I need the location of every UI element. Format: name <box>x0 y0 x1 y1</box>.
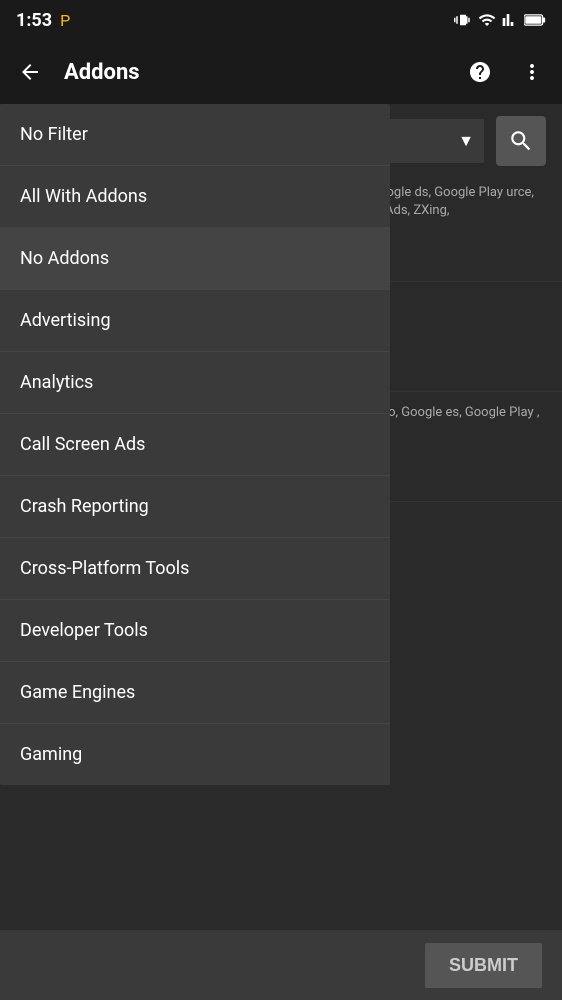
status-time: 1:53 <box>16 10 52 31</box>
status-icons <box>454 11 546 29</box>
status-bar: 1:53 P <box>0 0 562 40</box>
dropdown-item-analytics[interactable]: Analytics <box>0 352 390 414</box>
dropdown-item-call-screen-ads[interactable]: Call Screen Ads <box>0 414 390 476</box>
page-title: Addons <box>64 60 446 85</box>
dropdown-item-no-filter[interactable]: No Filter <box>0 104 390 166</box>
wifi-icon <box>478 11 496 29</box>
dropdown-item-all-with-addons[interactable]: All With Addons <box>0 166 390 228</box>
dropdown-item-crash-reporting[interactable]: Crash Reporting <box>0 476 390 538</box>
more-menu-button[interactable] <box>514 54 550 90</box>
signal-icon <box>502 11 518 29</box>
plex-icon: P <box>60 11 70 30</box>
vibrate-icon <box>454 11 472 29</box>
dropdown-item-gaming[interactable]: Gaming <box>0 724 390 785</box>
dropdown-item-developer-tools[interactable]: Developer Tools <box>0 600 390 662</box>
search-button[interactable] <box>496 116 546 166</box>
main-content: Filter: ▼ s, <box>0 104 562 1000</box>
bottom-bar: SUBMIT <box>0 930 562 1000</box>
dropdown-item-cross-platform-tools[interactable]: Cross-Platform Tools <box>0 538 390 600</box>
status-left: 1:53 P <box>16 10 70 31</box>
dropdown-item-no-addons[interactable]: No Addons <box>0 228 390 290</box>
battery-icon <box>524 13 546 27</box>
filter-dropdown-menu: No Filter All With Addons No Addons Adve… <box>0 104 390 785</box>
chevron-down-icon: ▼ <box>458 131 474 151</box>
dropdown-item-advertising[interactable]: Advertising <box>0 290 390 352</box>
help-button[interactable] <box>462 54 498 90</box>
submit-button[interactable]: SUBMIT <box>425 943 542 988</box>
app-bar: Addons <box>0 40 562 104</box>
dropdown-item-game-engines[interactable]: Game Engines <box>0 662 390 724</box>
back-button[interactable] <box>12 54 48 90</box>
